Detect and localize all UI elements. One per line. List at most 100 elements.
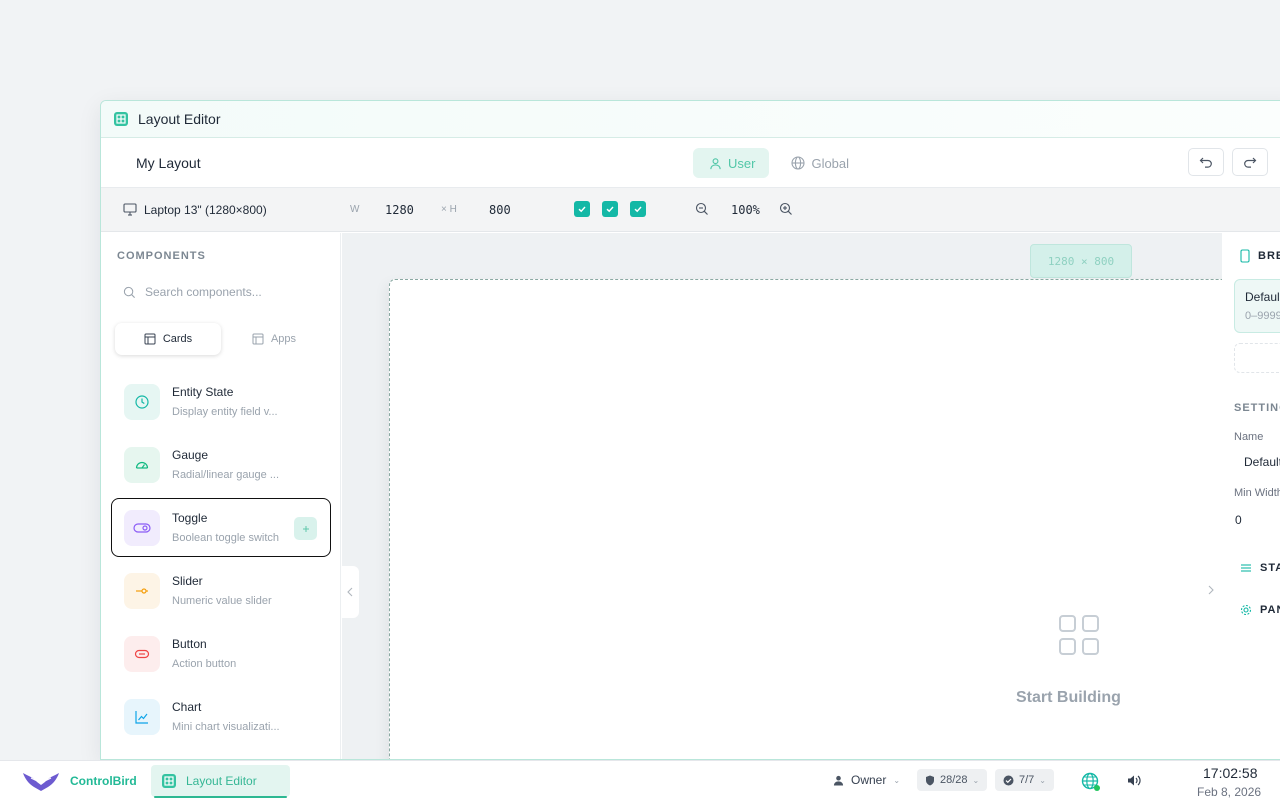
clock-date: Feb 8, 2026 (1197, 785, 1262, 799)
scope-user-label: User (728, 155, 756, 171)
panel-section-label: PAN (1260, 604, 1280, 616)
zoom-in-button[interactable] (779, 202, 793, 219)
search-icon (123, 286, 136, 298)
check-icon (606, 206, 614, 213)
device-selector[interactable]: Laptop 13" (1280×800) (123, 203, 267, 217)
list-icon (1241, 564, 1251, 572)
network-globe-icon[interactable] (1081, 772, 1101, 797)
component-description: Action button (172, 658, 237, 670)
layout-editor-window: Layout Editor My Layout User Global Lapt… (100, 100, 1280, 760)
option-checkbox-3[interactable] (630, 201, 646, 217)
zoom-level: 100% (731, 202, 760, 217)
taskbar-app-layout-editor[interactable]: Layout Editor (151, 765, 290, 798)
history-controls (1188, 148, 1268, 176)
component-title: Entity State (172, 385, 234, 399)
component-chart[interactable]: Chart Mini chart visualizati... (111, 687, 331, 746)
device-toolbar: Laptop 13" (1280×800) W 1280 × H 800 100… (101, 188, 1280, 232)
device-icon (1240, 249, 1250, 263)
chart-icon (124, 698, 160, 735)
check-icon (634, 206, 642, 213)
component-description: Radial/linear gauge ... (172, 469, 280, 481)
min-width-label: Min Width (1234, 487, 1280, 499)
controlbird-logo-icon[interactable] (22, 770, 60, 797)
component-description: Display entity field v... (172, 406, 278, 418)
scope-switcher: User Global (693, 148, 863, 178)
chevron-down-icon: ⌄ (972, 775, 980, 785)
component-list: Entity State Display entity field v... G… (111, 372, 331, 750)
layout-editor-app-icon (114, 112, 128, 126)
breakpoint-card[interactable]: Defaul 0–9999 (1234, 279, 1280, 333)
breakpoint-name: Defaul (1245, 290, 1280, 304)
user-menu[interactable]: Owner ⌄ (833, 773, 900, 787)
component-slider[interactable]: Slider Numeric value slider (111, 561, 331, 620)
option-checkbox-2[interactable] (602, 201, 618, 217)
canvas-area[interactable]: 1280 × 800 Start Building (342, 233, 1229, 759)
min-width-input[interactable]: 0 (1235, 513, 1242, 527)
layout-name[interactable]: My Layout (136, 155, 201, 171)
height-label: × H (441, 204, 457, 215)
component-button[interactable]: Button Action button (111, 624, 331, 683)
slider-icon (124, 572, 160, 609)
scope-global-button[interactable]: Global (775, 148, 863, 178)
device-label: Laptop 13" (1280×800) (144, 202, 267, 217)
collapse-left-panel-button[interactable] (341, 566, 359, 618)
volume-icon[interactable] (1127, 774, 1141, 792)
component-entity-state[interactable]: Entity State Display entity field v... (111, 372, 331, 431)
chevron-down-icon: ⌄ (893, 775, 901, 785)
component-search[interactable]: Search components... (113, 275, 329, 309)
empty-state-title: Start Building (1016, 689, 1121, 706)
component-description: Boolean toggle switch (172, 532, 280, 544)
option-checkbox-1[interactable] (574, 201, 590, 217)
width-input[interactable]: 1280 (385, 203, 414, 217)
redo-button[interactable] (1232, 148, 1268, 176)
name-input[interactable]: Default (1244, 455, 1280, 469)
add-component-button[interactable] (294, 517, 317, 540)
grid-icon (1058, 614, 1100, 661)
taskbar-app-label: Layout Editor (186, 774, 257, 788)
zoom-out-button[interactable] (695, 202, 709, 219)
height-input[interactable]: 800 (489, 203, 511, 217)
brand-name[interactable]: ControlBird (70, 774, 137, 788)
clock-icon (124, 383, 160, 420)
redo-icon (1244, 157, 1257, 168)
entities-count: 28/28 (940, 774, 968, 786)
state-section-label: STA (1260, 562, 1280, 574)
tab-cards-label: Cards (162, 333, 193, 345)
plus-icon (302, 525, 309, 532)
window-title: Layout Editor (138, 111, 221, 127)
zoom-out-icon (695, 202, 708, 215)
canvas-frame[interactable] (389, 279, 1229, 759)
component-title: Chart (172, 700, 202, 714)
tab-cards[interactable]: Cards (115, 323, 221, 355)
state-section-header[interactable]: STA (1240, 562, 1280, 574)
breakpoints-header[interactable]: BRE (1240, 249, 1280, 263)
globe-icon (791, 156, 806, 170)
component-tabs: Cards Apps (115, 323, 327, 355)
component-title: Button (172, 637, 207, 651)
window-titlebar[interactable]: Layout Editor (101, 101, 1280, 138)
clock-time: 17:02:58 (1203, 765, 1258, 781)
component-gauge[interactable]: Gauge Radial/linear gauge ... (111, 435, 331, 494)
cards-icon (144, 333, 156, 345)
expand-right-icon[interactable] (1208, 585, 1214, 598)
chevron-left-icon (347, 587, 353, 597)
settings-label: SETTING (1234, 402, 1280, 414)
scope-user-button[interactable]: User (693, 148, 770, 178)
breakpoint-range: 0–9999 (1245, 310, 1280, 322)
add-breakpoint-button[interactable] (1234, 343, 1280, 373)
taskbar: ControlBird Layout Editor Owner ⌄ 28/28 … (0, 760, 1280, 800)
component-description: Mini chart visualizati... (172, 721, 280, 733)
entities-status[interactable]: 28/28 ⌄ (917, 769, 988, 791)
search-input[interactable]: Search components... (145, 285, 262, 299)
component-toggle[interactable]: Toggle Boolean toggle switch (111, 498, 331, 557)
tab-apps[interactable]: Apps (221, 323, 327, 355)
panel-section-header[interactable]: PAN (1240, 604, 1280, 616)
zoom-in-icon (779, 202, 792, 215)
undo-button[interactable] (1188, 148, 1224, 176)
apps-icon (252, 333, 264, 345)
toggle-icon (124, 509, 160, 546)
user-icon (710, 157, 721, 169)
components-panel: COMPONENTS Search components... Cards Ap… (101, 233, 341, 759)
properties-panel: BRE Defaul 0–9999 SETTING Name Default M… (1222, 233, 1280, 759)
checks-status[interactable]: 7/7 ⌄ (995, 769, 1054, 791)
